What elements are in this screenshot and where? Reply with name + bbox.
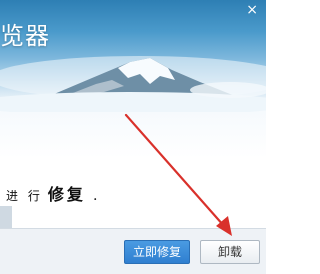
uninstall-dialog: 览器 × 进 行 修复 . 立即修复 卸载 <box>0 0 266 274</box>
header-banner: 览器 × <box>0 0 266 112</box>
repair-now-button[interactable]: 立即修复 <box>124 240 190 264</box>
mountain-illustration <box>0 56 266 112</box>
close-icon[interactable]: × <box>246 2 258 18</box>
content-area <box>0 112 266 228</box>
message-emphasis: 修复 <box>47 185 86 204</box>
message-suffix: . <box>93 188 98 204</box>
uninstall-button[interactable]: 卸载 <box>200 240 260 264</box>
repair-message: 进 行 修复 . <box>6 181 97 205</box>
message-prefix: 进 行 <box>6 189 43 203</box>
